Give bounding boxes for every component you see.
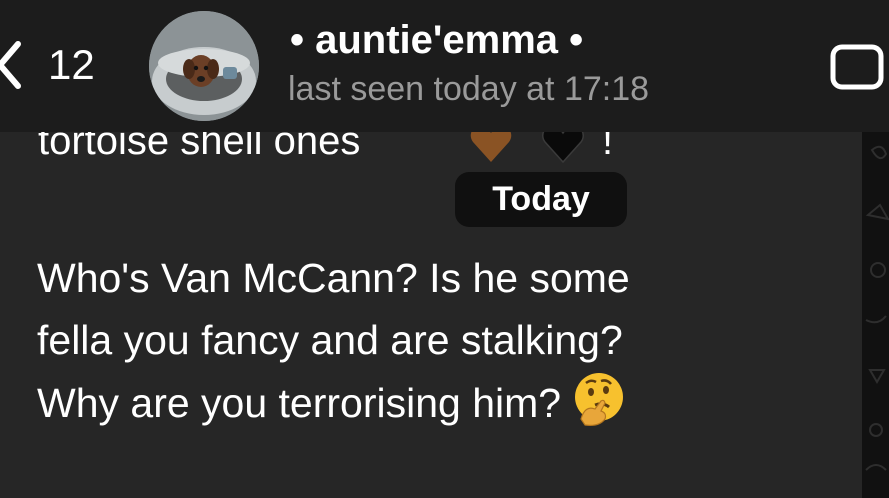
avatar[interactable] (149, 11, 259, 121)
video-call-button[interactable] (830, 42, 889, 92)
message-line: Why are you terrorising him? (37, 371, 837, 434)
contact-name[interactable]: • auntie'emma • (290, 18, 583, 63)
date-separator: Today (455, 172, 627, 227)
message-line-text: Why are you terrorising him? (37, 380, 562, 426)
back-button[interactable]: 12 (0, 30, 110, 100)
message-line: Who's Van McCann? Is he some (37, 255, 630, 301)
chat-header: 12 • auntie'emma • last seen today at 17… (0, 0, 889, 132)
thinking-face-icon (575, 373, 624, 426)
unread-count: 12 (48, 41, 95, 88)
message-text[interactable]: Who's Van McCann? Is he some fella you f… (37, 247, 837, 434)
chevron-left-icon (0, 41, 21, 89)
video-camera-icon (830, 44, 884, 90)
message-line: fella you fancy and are stalking? (37, 317, 623, 363)
last-seen-status: last seen today at 17:18 (288, 70, 650, 108)
